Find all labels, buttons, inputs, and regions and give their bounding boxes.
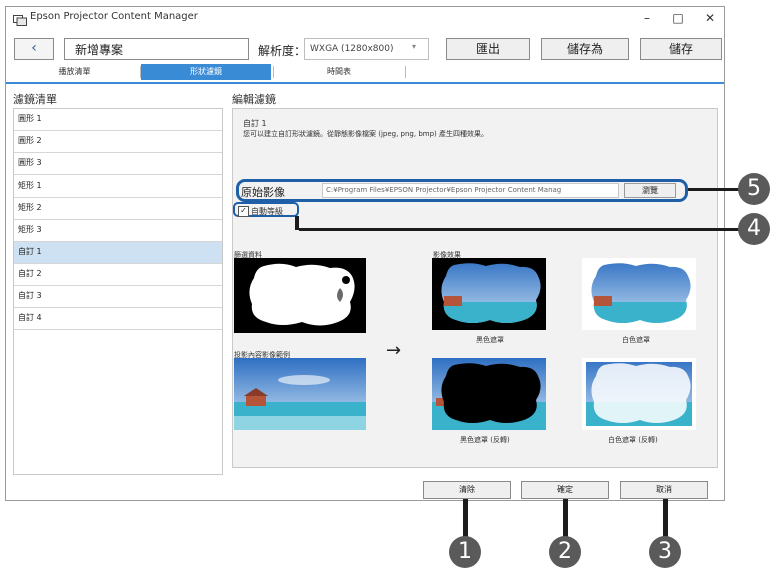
callout-number-2: 2 [549,536,581,568]
callout-line-4-stem [295,216,299,230]
back-button[interactable]: ‹ [14,38,54,60]
filter-list-heading: 濾鏡清單 [13,93,57,106]
ok-button[interactable]: 確定 [521,481,609,499]
list-item[interactable]: 圓形 2 [14,131,222,153]
black-mask-label: 黑色遮罩 [476,336,504,344]
original-image-label: 原始影像 [241,186,285,199]
white-mask-inverted-image [582,358,696,430]
black-mask-inverted-label: 黑色遮罩 (反轉) [460,436,510,444]
cancel-button[interactable]: 取消 [620,481,708,499]
callout-line-5 [688,188,740,191]
black-mask-image [432,258,546,330]
tab-schedule[interactable]: 時間表 [274,64,404,80]
list-item[interactable]: 圓形 1 [14,109,222,131]
arrow-icon: → [386,340,402,361]
auto-level-label: 自動等級 [251,207,283,216]
black-mask-inverted-image [432,358,546,430]
minimize-button[interactable]: – [636,10,658,26]
callout-line-1 [463,499,468,539]
callout-number-1: 1 [449,536,481,568]
close-button[interactable]: ✕ [699,10,721,26]
original-image-path-field[interactable]: C:¥Program Files¥EPSON Projector¥Epson P… [322,183,619,198]
clear-button[interactable]: 清除 [423,481,511,499]
tab-shape-filter[interactable]: 形狀濾鏡 [141,64,271,80]
list-item[interactable]: 自訂 4 [14,308,222,330]
filter-data-image [234,258,366,333]
white-mask-image [582,258,696,330]
list-item[interactable]: 矩形 1 [14,176,222,198]
tab-divider [405,66,406,78]
chevron-left-icon: ‹ [31,40,37,56]
white-mask-label: 白色遮罩 [622,336,650,344]
list-item[interactable]: 自訂 2 [14,264,222,286]
save-button[interactable]: 儲存 [640,38,722,60]
browse-button[interactable]: 瀏覽 [624,183,676,198]
list-item[interactable]: 自訂 3 [14,286,222,308]
list-item[interactable]: 矩形 2 [14,198,222,220]
list-item[interactable]: 矩形 3 [14,220,222,242]
filter-description: 您可以建立自訂形狀濾鏡。從靜態影像檔案 (jpeg, png, bmp) 產生四… [243,130,488,138]
app-icon [13,11,27,26]
callout-line-3 [663,499,668,539]
save-as-button[interactable]: 儲存為 [541,38,629,60]
chevron-down-icon: ▾ [412,42,417,51]
list-item-selected[interactable]: 自訂 1 [14,242,222,264]
project-name-field[interactable]: 新增專案 [64,38,249,60]
callout-number-3: 3 [649,536,681,568]
list-item[interactable]: 圓形 3 [14,153,222,175]
callout-line-2 [563,499,568,539]
white-mask-inverted-label: 白色遮罩 (反轉) [608,436,658,444]
window-title: Epson Projector Content Manager [30,11,198,22]
sample-image [234,358,366,430]
edit-filter-heading: 編輯濾鏡 [232,93,276,106]
callout-number-5: 5 [738,173,770,205]
resolution-label: 解析度： [258,44,307,58]
maximize-button[interactable]: □ [667,10,689,26]
filter-name: 自訂 1 [243,119,267,128]
callout-line-4 [299,228,740,231]
callout-number-4: 4 [738,213,770,245]
export-button[interactable]: 匯出 [446,38,530,60]
tab-playlist[interactable]: 播放清單 [12,64,137,80]
auto-level-checkbox[interactable]: ✓ [238,206,249,217]
resolution-select[interactable]: WXGA (1280x800) [304,38,429,60]
